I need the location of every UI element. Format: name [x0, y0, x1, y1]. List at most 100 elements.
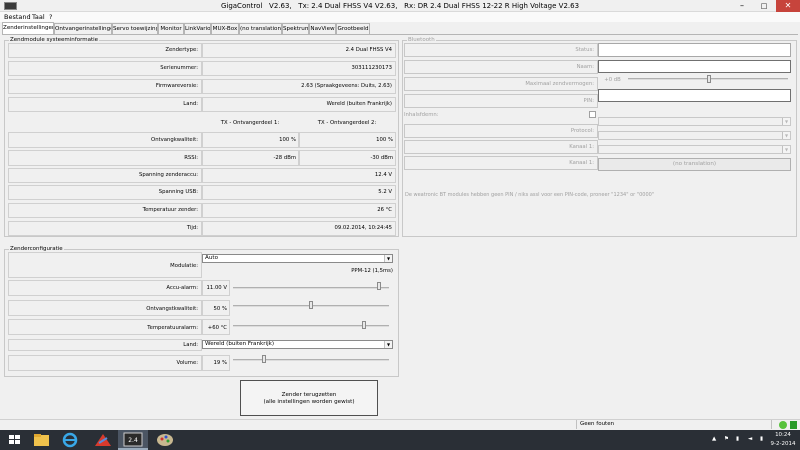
temp-alarm-slider-thumb[interactable]: [362, 321, 367, 329]
start-button[interactable]: [0, 430, 30, 450]
modulation-select[interactable]: Auto ▼: [202, 254, 393, 263]
bt-channel1-combo[interactable]: ▼: [598, 131, 791, 140]
serial-number-value: 303111230173: [351, 65, 392, 71]
column-header-rx2: TX - Ontvangerdeel 2:: [317, 120, 377, 126]
country-select[interactable]: Wereld (buiten Frankrijk) ▼: [202, 340, 393, 349]
temperature-value: 26 °C: [377, 207, 392, 213]
country-value: Wereld (buiten Frankrijk): [205, 341, 275, 347]
bt-channel1-label: Kanaal 1:: [569, 144, 594, 150]
reset-button-line2: (alle instellingen worden gewist): [263, 399, 355, 405]
reception-quality-rx1: 100 %: [279, 137, 296, 143]
battery-alarm-slider-track[interactable]: [233, 287, 389, 289]
chevron-down-icon: ▼: [384, 341, 392, 348]
reset-transmitter-button[interactable]: Zender terugzetten (alle instellingen wo…: [240, 380, 378, 416]
windows-logo-icon: [9, 435, 20, 444]
bt-protocol-label: Protocol:: [570, 128, 594, 134]
bt-max-power-label: Maximaal zendvermogen:: [525, 81, 594, 87]
reception-quality-slider-thumb[interactable]: [309, 301, 313, 309]
field-label: Serienummer:: [160, 65, 198, 71]
close-button[interactable]: ✕: [776, 0, 800, 12]
tray-network-icon[interactable]: ▮: [760, 436, 763, 442]
maximize-button[interactable]: □: [754, 0, 774, 12]
rssi-rx1: -28 dBm: [273, 155, 297, 161]
gigacontrol-taskbar-icon[interactable]: 2.4: [118, 430, 148, 450]
menu-help[interactable]: ?: [49, 13, 52, 21]
battery-alarm-slider-thumb[interactable]: [377, 282, 382, 290]
temp-alarm-label: Temperatuuralarm:: [147, 325, 198, 331]
bt-action-button[interactable]: (no translation): [598, 158, 791, 171]
volume-slider-thumb[interactable]: [261, 355, 266, 363]
bt-note: De weatronic BT modules hebben geen PIN …: [405, 192, 655, 198]
tray-battery-icon[interactable]: ▮: [736, 436, 739, 442]
tab-spektrum[interactable]: Spektrum: [282, 23, 309, 34]
volume-label: Volume:: [176, 360, 199, 366]
field-label: RSSI:: [184, 155, 198, 161]
menu-taal[interactable]: Taal: [32, 13, 45, 21]
reception-quality-value: 50 %: [213, 306, 227, 312]
field-label: Ontvangkwaliteit:: [151, 137, 198, 143]
usb-voltage-value: 5.2 V: [378, 189, 392, 195]
field-label: Tijd:: [186, 225, 198, 231]
tray-date[interactable]: 9-2-2014: [765, 441, 800, 447]
bt-enable-checkbox[interactable]: [589, 111, 596, 118]
field-label: Zendertype:: [165, 47, 198, 53]
tray-chevron-icon[interactable]: ▲: [712, 436, 716, 442]
tab-navview[interactable]: NavView: [309, 23, 336, 34]
tab-grootbeeld[interactable]: Grootbeeld: [336, 23, 370, 34]
country-info-value: Wereld (buiten Frankrijk): [326, 101, 392, 107]
connection-icon: [790, 421, 797, 429]
bt-name-input[interactable]: [598, 60, 791, 73]
tray-volume-icon[interactable]: ◄: [748, 436, 752, 442]
modulation-label: Modulatie:: [170, 263, 198, 269]
field-label: Spanning zenderaccu:: [139, 172, 198, 178]
bt-pin-input[interactable]: [598, 89, 791, 102]
bt-status-field: [598, 43, 791, 57]
bt-enable-label: Inhalsfdemn:: [404, 112, 439, 118]
tab-monitor[interactable]: Monitor: [158, 23, 184, 34]
battery-voltage-value: 12.4 V: [374, 172, 392, 178]
tab-servo-toewijzing[interactable]: Servo toewijzing: [112, 23, 158, 34]
chevron-down-icon: ▼: [782, 118, 790, 125]
tab-no-translation[interactable]: (no translation): [239, 23, 282, 34]
temp-alarm-value: +60 °C: [207, 325, 227, 331]
title-bar: GigaControl V2.63, Tx: 2.4 Dual FHSS V4 …: [0, 0, 800, 12]
file-explorer-icon[interactable]: [27, 430, 57, 450]
reset-button-line1: Zender terugzetten: [281, 392, 337, 398]
menu-bestand[interactable]: Bestand: [4, 13, 31, 21]
field-label: Spanning USB:: [158, 189, 198, 195]
tray-flag-icon[interactable]: ⚑: [724, 436, 729, 442]
status-ok-icon: [779, 421, 787, 429]
rssi-rx2: -30 dBm: [370, 155, 394, 161]
menu-bar: [0, 12, 800, 22]
bt-channel2-label: Kanaal 1:: [569, 160, 594, 166]
chevron-down-icon: ▼: [384, 255, 392, 262]
column-header-rx1: TX - Ontvangerdeel 1:: [220, 120, 280, 126]
bt-channel2-combo[interactable]: ▼: [598, 145, 791, 154]
field-label: Land:: [183, 101, 198, 107]
volume-slider-track[interactable]: [233, 359, 389, 361]
paint-app-icon[interactable]: [150, 430, 180, 450]
minimize-button[interactable]: –: [732, 0, 752, 12]
bt-protocol-combo[interactable]: ▼: [598, 117, 791, 126]
bt-pin-label: PIN:: [583, 98, 594, 104]
firmware-value: 2.63 (Spraakgeveens: Duits, 2.63): [301, 83, 392, 89]
modulation-info: PPM-12 (1,5ms): [351, 268, 393, 274]
tray-time[interactable]: 10:24: [772, 432, 794, 438]
red-app-icon[interactable]: [88, 430, 118, 450]
tab-mux-box[interactable]: MUX-Box: [211, 23, 239, 34]
window-title: GigaControl V2.63, Tx: 2.4 Dual FHSS V4 …: [220, 2, 580, 10]
reception-quality-label: Ontvangstkwaliteit:: [146, 306, 198, 312]
chevron-down-icon: ▼: [782, 146, 790, 153]
field-label: Firmwareversie:: [155, 83, 198, 89]
tab-zenderinstellingen[interactable]: Zenderinstellingen: [2, 22, 54, 34]
bt-power-slider-thumb[interactable]: [707, 75, 711, 83]
bt-name-label: Naam:: [576, 64, 594, 70]
tab-ontvangerinstellingen[interactable]: Ontvangerinstellingen: [54, 23, 112, 34]
bt-status-label: Status:: [575, 47, 594, 53]
tab-linkvario[interactable]: LinkVario: [184, 23, 211, 34]
battery-alarm-label: Accu-alarm:: [166, 285, 198, 291]
modulation-value: Auto: [205, 255, 218, 261]
internet-explorer-icon[interactable]: [55, 430, 85, 450]
reception-quality-rx2: 100 %: [376, 137, 393, 143]
bt-max-power-value: +0 dB: [604, 77, 621, 83]
